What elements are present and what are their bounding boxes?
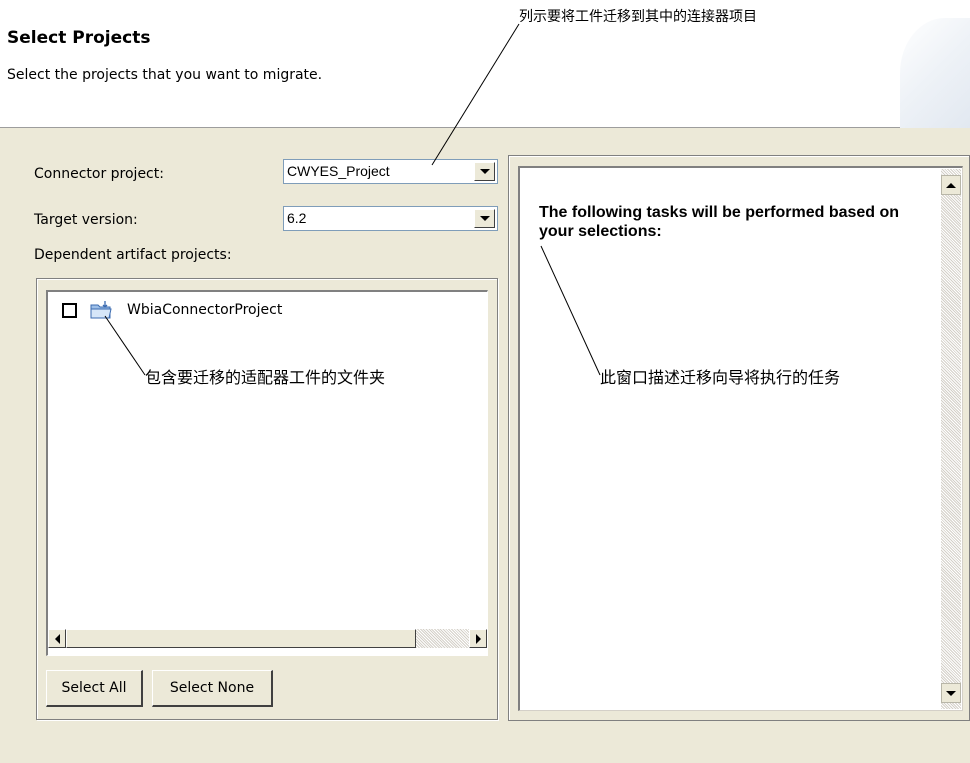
connector-project-callout: 列示要将工件迁移到其中的连接器项目 <box>519 9 757 25</box>
task-window-callout: 此窗口描述迁移向导将执行的任务 <box>600 368 841 387</box>
folder-callout: 包含要迁移的适配器工件的文件夹 <box>145 368 386 387</box>
folder-callout-line <box>104 315 146 376</box>
window-callout-line <box>540 245 601 376</box>
connector-callout-line <box>431 23 520 166</box>
